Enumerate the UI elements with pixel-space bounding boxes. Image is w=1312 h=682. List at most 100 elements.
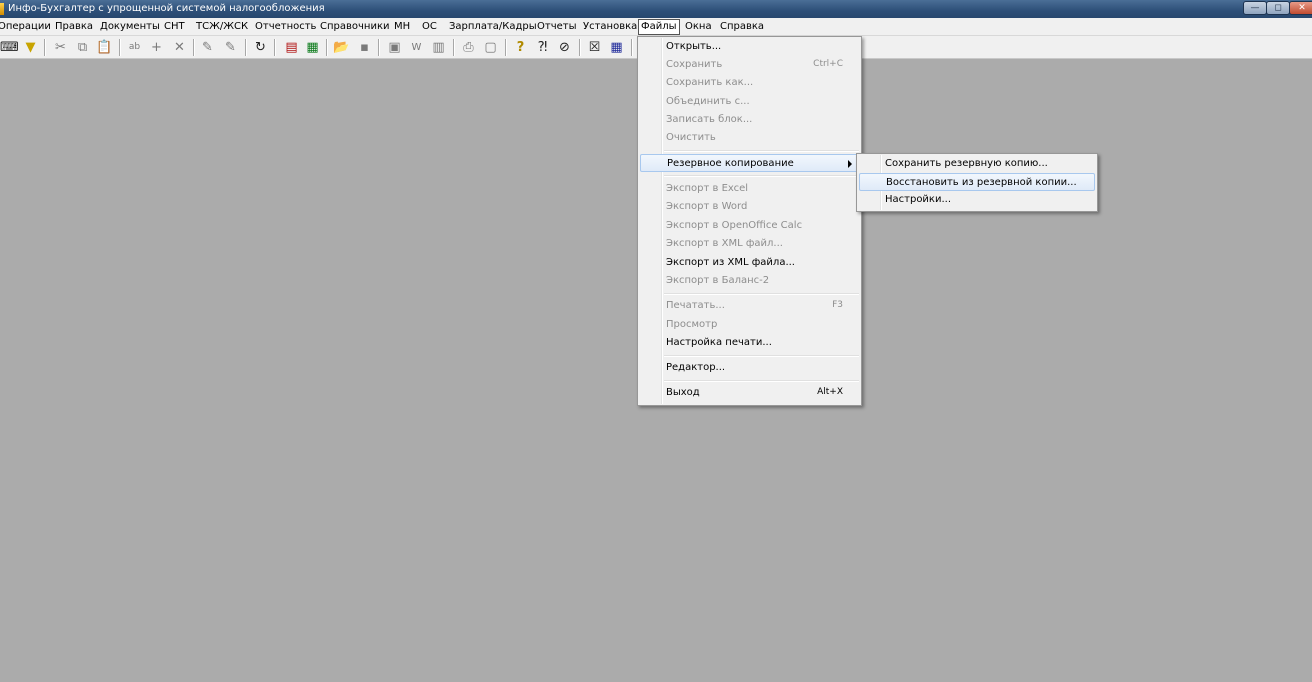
calculator-icon[interactable]: ▦ [304,39,321,56]
menu-item-label: Резервное копирование [667,158,794,169]
delete-icon[interactable]: ✕ [171,39,188,56]
toolbar-separator [378,39,380,56]
menu-item-restore-backup[interactable]: Восстановить из резервной копии... [859,173,1095,191]
toolbar-separator [245,39,247,56]
menu-item-export-calc[interactable]: Экспорт в OpenOffice Calc [640,217,859,235]
open-folder-icon[interactable]: 📂 [333,39,350,56]
menu-separator [664,175,859,177]
menu-item-write-block[interactable]: Записать блок... [640,111,859,129]
menu-item-label: Восстановить из резервной копии... [886,177,1077,188]
copy-icon[interactable]: ⧉ [74,39,91,56]
menu-item-export-word[interactable]: Экспорт в Word [640,198,859,216]
pdf-icon[interactable]: ▤ [283,39,300,56]
menu-item-save-as[interactable]: Сохранить как... [640,74,859,92]
menu-separator [664,380,859,382]
menu-item-label: Настройка печати... [666,337,772,348]
menu-edit[interactable]: Правка [55,20,93,34]
menu-item-label: Сохранить как... [666,77,754,88]
menu-references[interactable]: Справочники [320,20,390,34]
menu-operations[interactable]: Операции [0,20,51,34]
menu-item-import-xml[interactable]: Экспорт из XML файла... [640,254,859,272]
menu-item-backup[interactable]: Резервное копирование [640,154,859,172]
menu-item-label: Экспорт из XML файла... [666,257,795,268]
menu-item-label: Экспорт в OpenOffice Calc [666,220,803,231]
menu-item-label: Экспорт в XML файл... [666,238,783,249]
refresh-icon[interactable]: ↻ [252,39,269,56]
files-menu: Открыть... Сохранить Ctrl+C Сохранить ка… [637,36,862,406]
menu-item-label: Открыть... [666,41,722,52]
print-icon[interactable]: ⎙ [460,39,477,56]
menu-separator [664,293,859,295]
add-icon[interactable]: + [148,39,165,56]
menu-item-print-setup[interactable]: Настройка печати... [640,334,859,352]
brush-icon[interactable]: ✎ [199,39,216,56]
submenu-arrow-icon [848,160,852,168]
title-bar: Инфо-Бухгалтер с упрощенной системой нал… [0,0,1312,18]
menu-item-clear[interactable]: Очистить [640,129,859,147]
menu-item-shortcut: Alt+X [817,387,843,397]
toolbar-separator [631,39,633,56]
backup-submenu: Сохранить резервную копию... Восстановит… [856,153,1098,212]
menu-snt[interactable]: СНТ [164,20,185,34]
menu-documents[interactable]: Документы [100,20,160,34]
menu-separator [664,150,859,152]
menu-item-exit[interactable]: Выход Alt+X [640,384,859,402]
cut-icon[interactable]: ✂ [52,39,69,56]
menu-item-label: Сохранить резервную копию... [885,158,1048,169]
toolbar-separator [274,39,276,56]
ms-icon[interactable]: ▦ [608,39,625,56]
toolbar-separator [326,39,328,56]
menu-item-export-balance[interactable]: Экспорт в Баланс-2 [640,272,859,290]
menu-item-export-xml[interactable]: Экспорт в XML файл... [640,235,859,253]
menu-reports[interactable]: Отчеты [537,20,576,34]
menu-setup[interactable]: Установка [583,20,637,34]
save-icon[interactable]: ▪ [356,39,373,56]
menu-item-label: Редактор... [666,362,726,373]
brush-all-icon[interactable]: ✎ [222,39,239,56]
menu-reporting[interactable]: Отчетность [255,20,316,34]
menu-item-label: Экспорт в Word [666,201,748,212]
menu-item-open[interactable]: Открыть... [640,38,859,56]
menu-payroll[interactable]: Зарплата/Кадры [449,20,537,34]
minimize-button[interactable]: — [1243,1,1267,15]
toolbar-separator [453,39,455,56]
context-help-icon[interactable]: ⁈ [534,39,551,56]
maximize-button[interactable]: ◻ [1266,1,1290,15]
preview-icon[interactable]: ▢ [482,39,499,56]
menu-item-label: Настройки... [885,194,952,205]
toolbar-separator [44,39,46,56]
close-button[interactable]: ✕ [1289,1,1312,15]
report-icon[interactable]: ▥ [430,39,447,56]
menu-item-preview[interactable]: Просмотр [640,316,859,334]
menu-item-shortcut: F3 [832,300,843,310]
menu-item-merge[interactable]: Объединить с... [640,93,859,111]
filter-icon[interactable]: ▼ [22,39,39,56]
menu-item-label: Экспорт в Excel [666,183,749,194]
menu-item-backup-settings[interactable]: Настройки... [859,191,1095,209]
menu-item-label: Экспорт в Баланс-2 [666,275,770,286]
word-icon[interactable]: W [408,39,425,56]
menu-item-label: Печатать... [666,300,725,311]
menu-item-save-backup[interactable]: Сохранить резервную копию... [859,155,1095,173]
help-icon[interactable]: ? [512,39,529,56]
menu-item-editor[interactable]: Редактор... [640,359,859,377]
menu-item-print[interactable]: Печатать... F3 [640,297,859,315]
menu-tszh[interactable]: ТСЖ/ЖСК [196,20,248,34]
menu-files[interactable]: Файлы [638,19,680,35]
menu-item-label: Объединить с... [666,96,750,107]
paste-icon[interactable]: 📋 [96,39,113,56]
menu-item-shortcut: Ctrl+C [813,59,843,69]
menu-item-save[interactable]: Сохранить Ctrl+C [640,56,859,74]
export-icon[interactable]: ▣ [386,39,403,56]
menu-os[interactable]: ОС [422,20,437,34]
abc-icon[interactable]: ab [126,39,143,56]
close-window-icon[interactable]: ☒ [586,39,603,56]
menu-item-export-excel[interactable]: Экспорт в Excel [640,180,859,198]
compass-icon[interactable]: ⊘ [556,39,573,56]
menu-mn[interactable]: МН [394,20,410,34]
keyboard-icon[interactable]: ⌨ [0,39,19,56]
toolbar-separator [193,39,195,56]
toolbar-separator [505,39,507,56]
menu-windows[interactable]: Окна [685,20,712,34]
menu-help[interactable]: Справка [720,20,764,34]
